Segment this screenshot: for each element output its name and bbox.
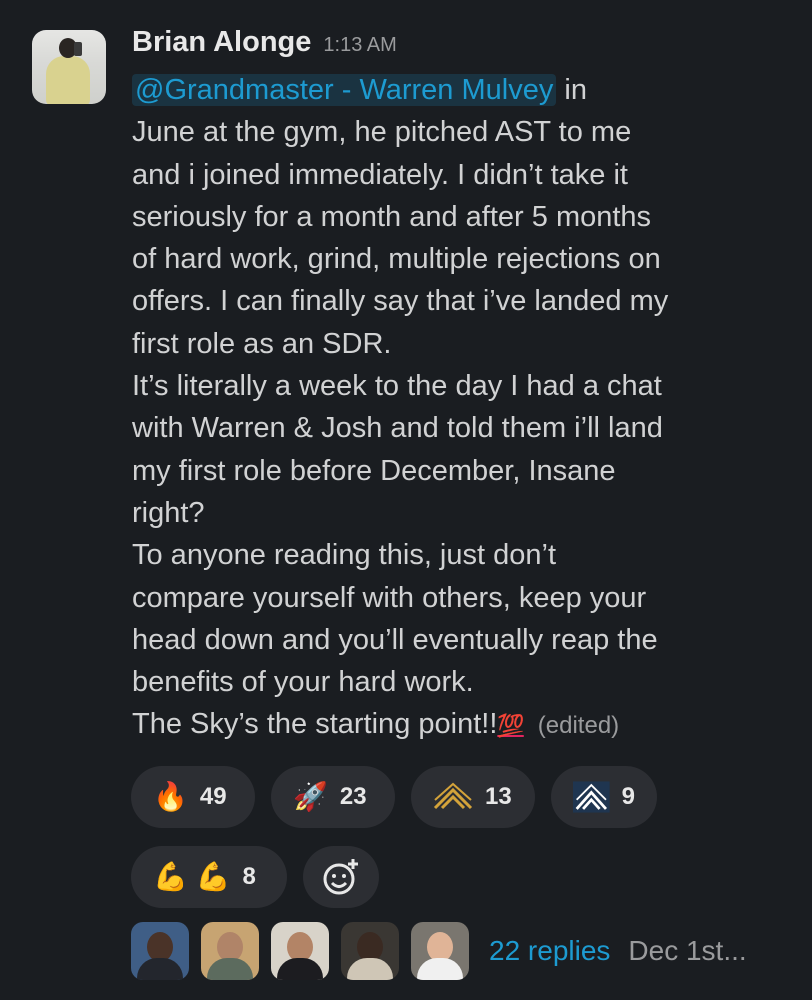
message-line: seriously for a month and after 5 months xyxy=(132,200,652,233)
ast-logo-blue-icon xyxy=(573,781,610,813)
message-line: with Warren & Josh and told them i’ll la… xyxy=(132,412,663,445)
fire-icon: 🔥 xyxy=(153,781,188,812)
reaction-count: 8 xyxy=(242,863,256,890)
replier-avatar[interactable] xyxy=(411,922,469,980)
message-line: right? xyxy=(132,496,205,529)
message-line: first role as an SDR. xyxy=(132,327,392,360)
reaction-rocket[interactable]: 🚀 23 xyxy=(271,766,395,828)
reaction-count: 49 xyxy=(199,783,227,810)
replier-avatar[interactable] xyxy=(201,922,259,980)
reactions-bar: 🔥 49 🚀 23 13 9 💪 💪 8 xyxy=(131,766,781,926)
message-line: June at the gym, he pitched AST to me xyxy=(132,116,632,149)
replier-avatar[interactable] xyxy=(271,922,329,980)
reaction-muscle[interactable]: 💪 💪 8 xyxy=(131,846,287,908)
message-line: benefits of your hard work. xyxy=(132,666,474,699)
flexed-biceps-icon: 💪 💪 xyxy=(153,861,231,892)
message-line: To anyone reading this, just don’t xyxy=(132,539,556,572)
message-line: The Sky’s the starting point!!💯 (edited) xyxy=(132,708,620,741)
reaction-ast-blue[interactable]: 9 xyxy=(551,766,657,828)
message-line: and i joined immediately. I didn’t take … xyxy=(132,158,628,191)
message-line: @Grandmaster - Warren Mulvey in xyxy=(132,69,792,111)
hundred-points-icon: 💯 xyxy=(497,713,524,739)
avatar-figure-body xyxy=(46,56,90,104)
thread-summary[interactable]: 22 replies Dec 1st... xyxy=(131,922,747,980)
message-header: Brian Alonge 1:13 AM xyxy=(132,26,792,74)
message-content: Brian Alonge 1:13 AM @Grandmaster - Warr… xyxy=(132,26,792,748)
replier-avatar[interactable] xyxy=(131,922,189,980)
edited-label: (edited) xyxy=(537,712,620,740)
message-line: It’s literally a week to the day I had a… xyxy=(132,370,662,403)
replier-avatar[interactable] xyxy=(341,922,399,980)
add-emoji-icon xyxy=(323,859,358,895)
message-line: offers. I can finally say that i’ve land… xyxy=(132,285,669,318)
replies-link[interactable]: 22 replies xyxy=(489,935,610,967)
avatar-phone xyxy=(74,42,82,56)
add-reaction-button[interactable] xyxy=(303,846,379,908)
message-line: compare yourself with others, keep your xyxy=(132,581,647,614)
reaction-count: 23 xyxy=(339,783,367,810)
author-avatar[interactable] xyxy=(32,30,106,104)
reactions-row: 🔥 49 🚀 23 13 9 xyxy=(131,766,781,828)
message-line: head down and you’ll eventually reap the xyxy=(132,623,658,656)
reaction-ast-gold[interactable]: 13 xyxy=(411,766,535,828)
user-mention[interactable]: @Grandmaster - Warren Mulvey xyxy=(132,74,557,106)
ast-logo-gold-icon xyxy=(433,782,473,810)
last-reply-time: Dec 1st... xyxy=(628,935,747,966)
reactions-row: 💪 💪 8 xyxy=(131,846,781,908)
reaction-count: 9 xyxy=(621,783,635,810)
rocket-icon: 🚀 xyxy=(293,781,328,812)
message-body: @Grandmaster - Warren Mulvey in June at … xyxy=(132,69,792,748)
reaction-count: 13 xyxy=(485,783,512,810)
message-line: my first role before December, Insane xyxy=(132,454,616,487)
message-line: of hard work, grind, multiple rejections… xyxy=(132,243,661,276)
author-name[interactable]: Brian Alonge xyxy=(132,26,311,59)
message-timestamp[interactable]: 1:13 AM xyxy=(323,34,396,57)
reaction-fire[interactable]: 🔥 49 xyxy=(131,766,255,828)
